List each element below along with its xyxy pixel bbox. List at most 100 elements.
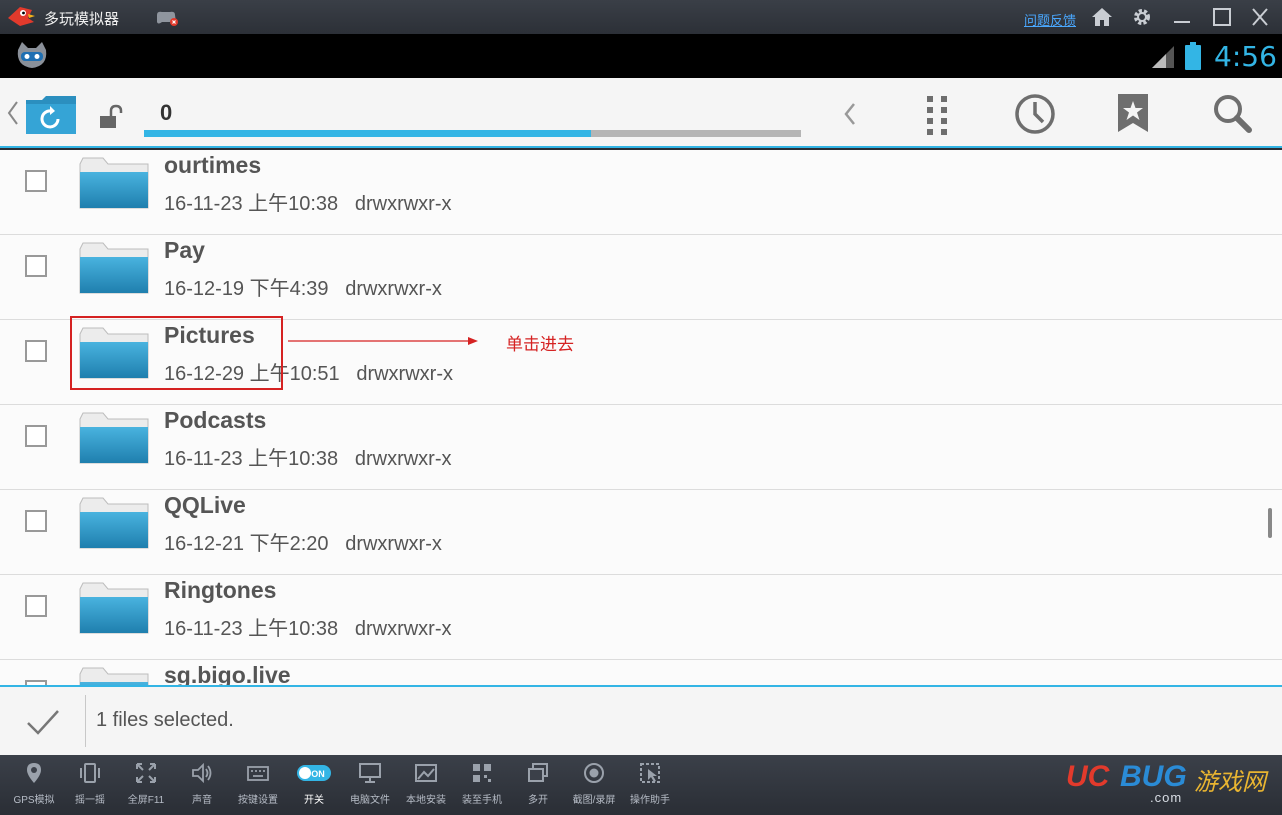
tool-pc-files[interactable]: 电脑文件: [342, 761, 398, 806]
tool-label: GPS模拟: [13, 795, 55, 806]
toggle-on-icon: ON: [297, 765, 331, 781]
install-icon: [415, 764, 437, 782]
file-row[interactable]: QQLive 16-12-21 下午2:20 drwxrwxr-x: [0, 490, 1282, 575]
file-meta: 16-11-23 上午10:38 drwxrwxr-x: [164, 618, 452, 640]
folder-icon: [79, 582, 149, 634]
watermark-uc: UC: [1066, 760, 1110, 793]
list-scrollbar[interactable]: [1268, 508, 1272, 538]
close-icon[interactable]: [1248, 6, 1272, 28]
maximize-icon[interactable]: [1210, 6, 1234, 28]
tool-label: 电脑文件: [350, 795, 390, 806]
file-manager-action-bar: 0: [0, 78, 1282, 148]
file-row[interactable]: Pay 16-12-19 下午4:39 drwxrwxr-x: [0, 235, 1282, 320]
row-checkbox[interactable]: [25, 510, 47, 532]
folder-icon: [79, 412, 149, 464]
monitor-icon: [359, 763, 381, 783]
volume-icon: [192, 762, 212, 784]
tool-gps[interactable]: GPS模拟: [6, 761, 62, 806]
bookmark-star-icon[interactable]: [1111, 92, 1155, 136]
file-row[interactable]: ourtimes 16-11-23 上午10:38 drwxrwxr-x: [0, 150, 1282, 235]
refresh-folder-icon[interactable]: [24, 94, 78, 136]
assistant-icon: [640, 763, 660, 783]
location-pin-icon: [27, 763, 41, 783]
nav-back-chevron-icon[interactable]: [828, 92, 872, 136]
tool-key-settings[interactable]: 按键设置: [230, 761, 286, 806]
tool-volume[interactable]: 声音: [174, 761, 230, 806]
record-icon: [584, 763, 604, 783]
multi-window-icon: [528, 763, 548, 782]
tool-label: 摇一摇: [75, 795, 105, 806]
file-name: Ringtones: [164, 577, 277, 603]
gear-icon[interactable]: [1130, 6, 1154, 28]
android-status-bar: 4:56: [0, 34, 1282, 78]
file-meta: 16-12-21 下午2:20 drwxrwxr-x: [164, 533, 442, 555]
tool-screenshot-record[interactable]: 截图/录屏: [566, 761, 622, 806]
file-name: QQLive: [164, 492, 246, 518]
row-checkbox[interactable]: [25, 595, 47, 617]
status-clock: 4:56: [1214, 40, 1277, 73]
folder-icon: [79, 242, 149, 294]
file-name: Podcasts: [164, 407, 267, 433]
minimize-icon[interactable]: [1170, 6, 1194, 28]
annotation-text: 单击进去: [506, 335, 574, 354]
tool-fullscreen[interactable]: 全屏F11: [118, 761, 174, 806]
tool-local-install[interactable]: 本地安装: [398, 761, 454, 806]
current-path: 0: [160, 100, 173, 125]
mascot-icon: [17, 42, 47, 68]
file-name: sg.bigo.live: [164, 662, 291, 685]
row-checkbox[interactable]: [25, 170, 47, 192]
home-icon[interactable]: [1090, 6, 1114, 28]
signal-strength-icon: [1152, 46, 1174, 68]
feedback-link[interactable]: 问题反馈: [1024, 10, 1076, 29]
confirm-check-icon[interactable]: [26, 709, 60, 737]
grid-menu-icon[interactable]: [915, 92, 959, 136]
battery-icon: [1185, 42, 1201, 70]
unlock-icon[interactable]: [98, 104, 126, 130]
file-row[interactable]: Pictures 16-12-29 上午10:51 drwxrwxr-x: [0, 320, 1282, 405]
row-checkbox[interactable]: [25, 255, 47, 277]
shake-icon: [80, 763, 100, 783]
file-row[interactable]: sg.bigo.live: [0, 660, 1282, 685]
divider: [85, 695, 86, 747]
file-name: ourtimes: [164, 152, 262, 178]
file-meta: 16-12-19 下午4:39 drwxrwxr-x: [164, 278, 442, 300]
row-checkbox[interactable]: [25, 340, 47, 362]
storage-progress-fill: [144, 130, 591, 137]
tool-label: 本地安装: [406, 795, 446, 806]
tool-install-phone[interactable]: 装至手机: [454, 761, 510, 806]
selection-bar: 1 files selected.: [0, 685, 1282, 755]
file-meta: 16-12-29 上午10:51 drwxrwxr-x: [164, 363, 453, 385]
search-icon[interactable]: [1210, 92, 1254, 136]
tool-multi-instance[interactable]: 多开: [510, 761, 566, 806]
file-list[interactable]: ourtimes 16-11-23 上午10:38 drwxrwxr-x Pay…: [0, 150, 1282, 685]
fullscreen-icon: [136, 763, 156, 783]
qr-code-icon: [473, 764, 491, 782]
watermark-cn: 游戏网: [1194, 769, 1266, 796]
gamepad-icon[interactable]: [154, 9, 180, 27]
tool-label: 多开: [528, 795, 548, 806]
selection-status: 1 files selected.: [96, 709, 234, 731]
tool-label: 操作助手: [630, 795, 670, 806]
keyboard-icon: [247, 766, 269, 781]
file-meta: 16-11-23 上午10:38 drwxrwxr-x: [164, 193, 452, 215]
file-row[interactable]: Ringtones 16-11-23 上午10:38 drwxrwxr-x: [0, 575, 1282, 660]
folder-icon: [79, 667, 149, 685]
file-meta: 16-11-23 上午10:38 drwxrwxr-x: [164, 448, 452, 470]
annotation-arrow-icon: [288, 337, 478, 345]
folder-icon: [79, 497, 149, 549]
folder-icon: [79, 157, 149, 209]
file-name: Pictures: [164, 322, 255, 348]
tool-toggle[interactable]: ON 开关: [286, 761, 342, 806]
tool-label: 开关: [304, 795, 324, 806]
storage-progress-bar: [144, 130, 801, 137]
tool-label: 声音: [192, 795, 212, 806]
history-clock-icon[interactable]: [1013, 92, 1057, 136]
tool-assistant[interactable]: 操作助手: [622, 761, 678, 806]
back-chevron-icon[interactable]: [6, 98, 20, 128]
tool-shake[interactable]: 摇一摇: [62, 761, 118, 806]
toggle-text: ON: [311, 769, 325, 779]
row-checkbox[interactable]: [25, 425, 47, 447]
file-row[interactable]: Podcasts 16-11-23 上午10:38 drwxrwxr-x: [0, 405, 1282, 490]
watermark-url: .com: [1150, 790, 1183, 805]
emulator-title-bar: 多玩模拟器 问题反馈: [0, 0, 1282, 34]
